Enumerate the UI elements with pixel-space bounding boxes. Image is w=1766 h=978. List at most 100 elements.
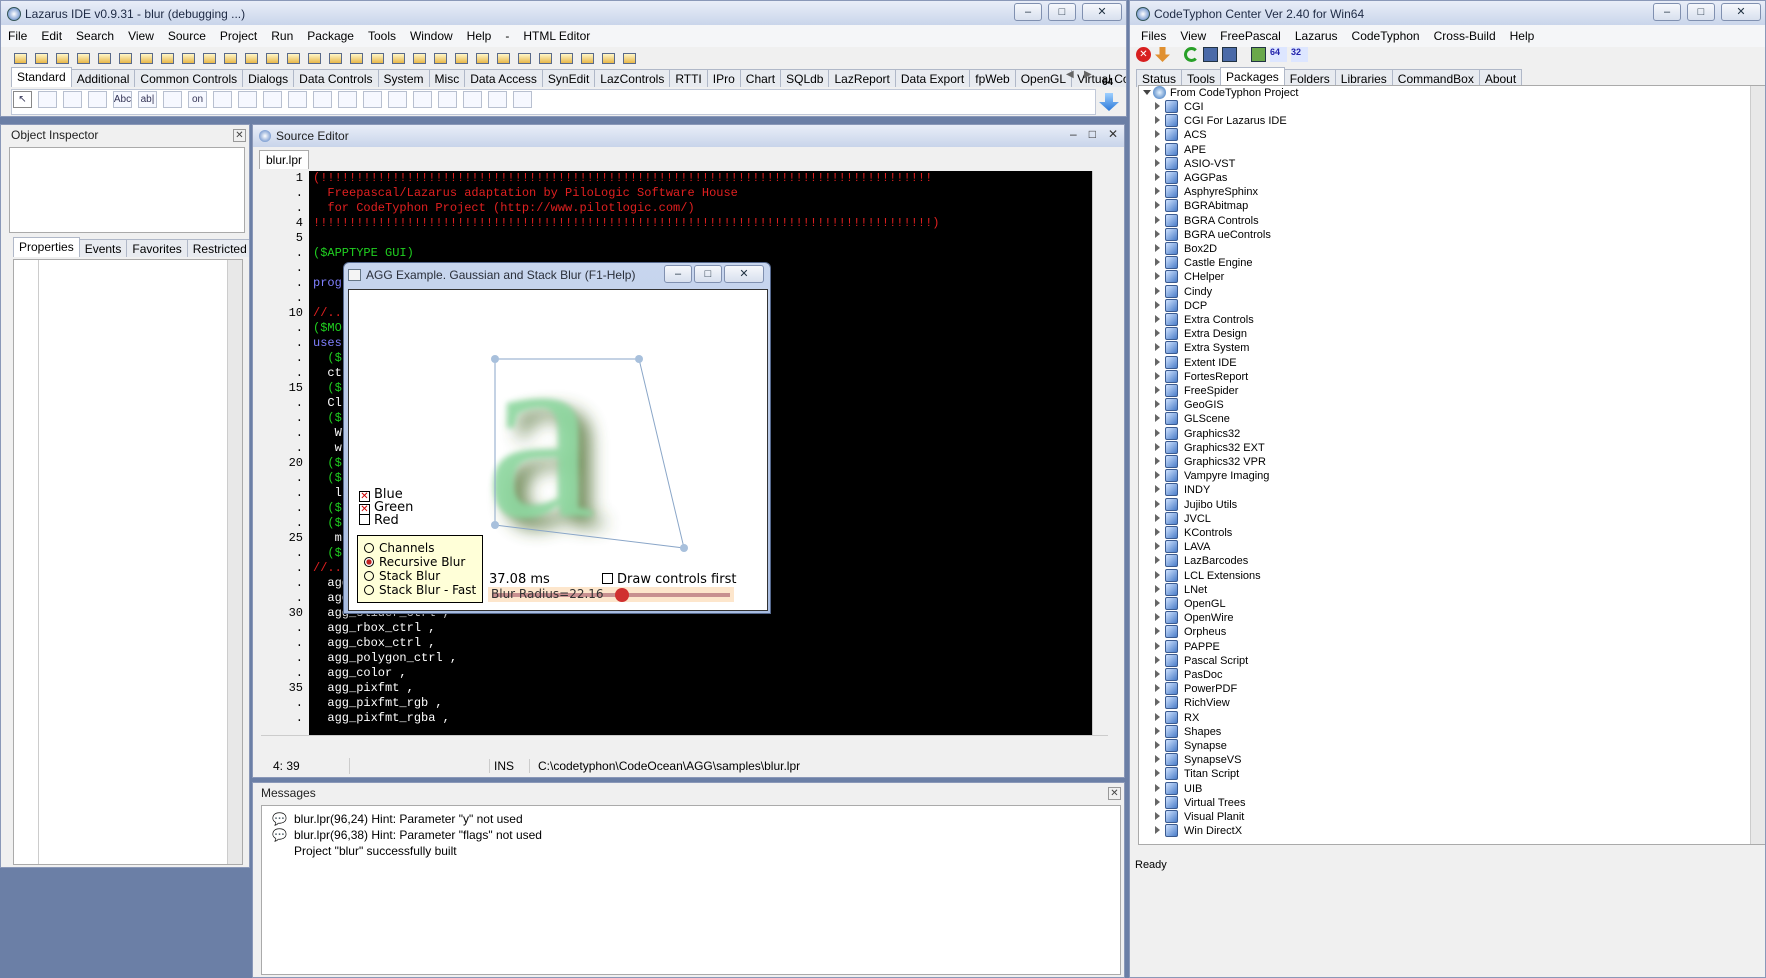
expand-arrow-icon[interactable] xyxy=(1155,187,1160,196)
expand-arrow-icon[interactable] xyxy=(1155,457,1160,465)
expand-arrow-icon[interactable] xyxy=(1155,513,1160,522)
editor-vertical-scrollbar[interactable] xyxy=(1092,171,1108,735)
expand-arrow-icon[interactable] xyxy=(1155,357,1160,366)
expand-arrow-icon[interactable] xyxy=(1155,499,1160,508)
agg-minimize-button[interactable]: – xyxy=(664,265,692,283)
palette-tab[interactable]: LazReport xyxy=(828,69,896,87)
expand-arrow-icon[interactable] xyxy=(1155,769,1160,778)
palette-tab[interactable]: Data Controls xyxy=(293,69,379,87)
polygon-handle[interactable] xyxy=(635,355,643,363)
component-icon[interactable]: ab| xyxy=(138,91,157,108)
toolbar-button-icon[interactable] xyxy=(473,50,492,67)
toolbar-button-icon[interactable] xyxy=(116,50,135,67)
component-icon[interactable] xyxy=(513,91,532,108)
component-icon[interactable] xyxy=(88,91,107,108)
file-tab[interactable]: blur.lpr xyxy=(259,150,310,169)
toolbar-button-icon[interactable] xyxy=(263,50,282,67)
component-icon[interactable] xyxy=(63,91,82,108)
download-icon[interactable] xyxy=(1155,47,1170,62)
center-tab[interactable]: Packages xyxy=(1220,67,1285,87)
messages-close-button[interactable]: ✕ xyxy=(1108,787,1121,800)
menu-item[interactable]: - xyxy=(498,29,516,43)
center-menu-item[interactable]: Cross-Build xyxy=(1427,29,1503,43)
toolbar-button-icon[interactable] xyxy=(179,50,198,67)
menu-item[interactable]: HTML Editor xyxy=(516,29,597,43)
expand-arrow-icon[interactable] xyxy=(1155,783,1160,792)
palette-tab[interactable]: Standard xyxy=(11,67,72,87)
toolbar-button-icon[interactable] xyxy=(326,50,345,67)
toolbar-button-icon[interactable] xyxy=(284,50,303,67)
center-maximize-button[interactable]: □ xyxy=(1687,3,1715,21)
toolbar-button-icon[interactable] xyxy=(11,50,30,67)
exit-icon[interactable] xyxy=(1251,47,1266,62)
toolbar-button-icon[interactable] xyxy=(158,50,177,67)
palette-tab[interactable]: SQLdb xyxy=(780,69,830,87)
toolbar-button-icon[interactable] xyxy=(494,50,513,67)
component-icon[interactable]: on xyxy=(188,91,207,108)
expand-arrow-icon[interactable] xyxy=(1155,542,1160,551)
expand-arrow-icon[interactable] xyxy=(1155,400,1160,409)
expand-arrow-icon[interactable] xyxy=(1155,414,1160,423)
source-maximize-button[interactable]: □ xyxy=(1089,127,1096,141)
component-icon[interactable] xyxy=(163,91,182,108)
expand-arrow-icon[interactable] xyxy=(1155,712,1160,721)
palette-tab[interactable]: Data Access xyxy=(464,69,543,87)
source-close-button[interactable]: ✕ xyxy=(1108,127,1118,141)
editor-horizontal-scrollbar[interactable] xyxy=(261,735,1108,750)
inspector-tab[interactable]: Restricted xyxy=(186,239,249,257)
palette-tab[interactable]: Dialogs xyxy=(242,69,295,87)
toolbar-button-icon[interactable] xyxy=(431,50,450,67)
minimize-button[interactable]: – xyxy=(1014,3,1042,21)
expand-arrow-icon[interactable] xyxy=(1155,741,1160,749)
palette-tab[interactable]: SynEdit xyxy=(541,69,596,87)
draw-controls-checkbox[interactable]: Draw controls first xyxy=(602,572,736,587)
inspector-tab[interactable]: Favorites xyxy=(126,239,188,257)
expand-arrow-icon[interactable] xyxy=(1155,343,1160,352)
palette-tab[interactable]: OpenGL xyxy=(1014,69,1073,87)
component-icon[interactable] xyxy=(38,91,57,108)
expand-arrow-icon[interactable] xyxy=(1155,826,1160,835)
expand-arrow-icon[interactable] xyxy=(1155,286,1160,295)
expand-arrow-icon[interactable] xyxy=(1155,684,1160,693)
agg-close-button[interactable]: ✕ xyxy=(724,265,764,283)
toolbar-button-icon[interactable] xyxy=(557,50,576,67)
menu-item[interactable]: View xyxy=(121,29,161,43)
expand-arrow-icon[interactable] xyxy=(1155,627,1160,636)
toolbar-button-icon[interactable] xyxy=(410,50,429,67)
build-32-icon[interactable]: 32 xyxy=(1291,47,1308,62)
expand-arrow-icon[interactable] xyxy=(1155,116,1160,125)
build-64-icon[interactable]: 64 xyxy=(1270,47,1287,62)
toolbar-button-icon[interactable] xyxy=(536,50,555,67)
palette-arrow-icon[interactable] xyxy=(1099,93,1119,111)
component-icon[interactable] xyxy=(288,91,307,108)
object-inspector-close-button[interactable]: ✕ xyxy=(233,129,246,142)
component-icon[interactable] xyxy=(338,91,357,108)
palette-tab[interactable]: Virtual Controls xyxy=(1071,69,1126,87)
center-close-button[interactable]: ✕ xyxy=(1721,3,1761,21)
expand-arrow-icon[interactable] xyxy=(1155,386,1160,394)
slider-thumb[interactable] xyxy=(615,588,630,602)
menu-item[interactable]: Run xyxy=(264,29,300,43)
center-menu-item[interactable]: Lazarus xyxy=(1288,29,1345,43)
blur-method-radio[interactable]: Stack Blur xyxy=(364,569,440,583)
expand-arrow-icon[interactable] xyxy=(1155,584,1160,593)
inspector-tab[interactable]: Events xyxy=(78,239,128,257)
palette-tab[interactable]: RTTI xyxy=(669,69,708,87)
menu-item[interactable]: Edit xyxy=(34,29,69,43)
expand-arrow-icon[interactable] xyxy=(1155,272,1160,281)
palette-scroll-left[interactable]: ◀ xyxy=(1066,69,1074,80)
toolbar-button-icon[interactable] xyxy=(368,50,387,67)
menu-item[interactable]: Help xyxy=(460,29,499,43)
component-icon[interactable] xyxy=(313,91,332,108)
message-row[interactable]: 💬 blur.lpr(96,38) Hint: Parameter "flags"… xyxy=(272,828,542,842)
component-icon[interactable] xyxy=(213,91,232,108)
palette-tab[interactable]: System xyxy=(377,69,430,87)
component-icon[interactable] xyxy=(463,91,482,108)
expand-arrow-icon[interactable] xyxy=(1155,244,1160,252)
agg-maximize-button[interactable]: □ xyxy=(694,265,722,283)
message-row[interactable]: Project "blur" successfully built xyxy=(272,844,457,858)
toolbar-button-icon[interactable] xyxy=(32,50,51,67)
toolbar-button-icon[interactable] xyxy=(305,50,324,67)
component-icon[interactable] xyxy=(488,91,507,108)
toolbar-button-icon[interactable] xyxy=(515,50,534,67)
